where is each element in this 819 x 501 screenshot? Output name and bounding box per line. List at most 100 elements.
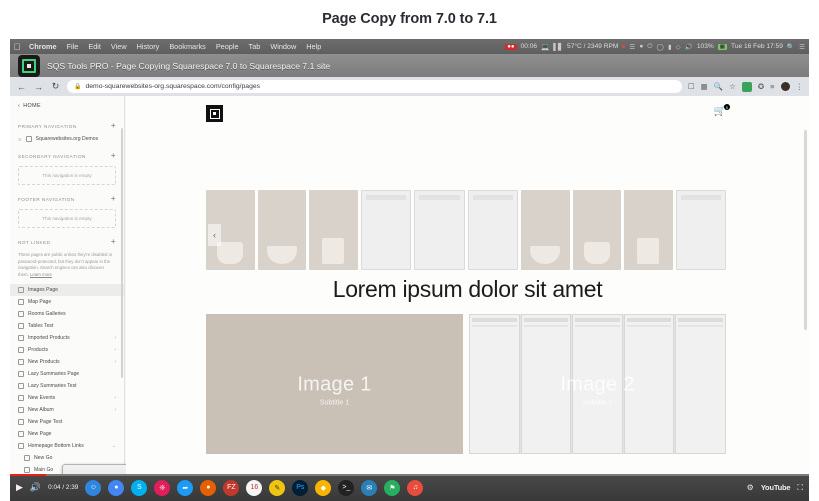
- play-icon[interactable]: ▶: [16, 482, 23, 493]
- notes-icon[interactable]: ✎: [269, 479, 286, 496]
- gallery-item[interactable]: [521, 190, 570, 270]
- gallery-prev-arrow[interactable]: ‹: [208, 224, 221, 246]
- profile-avatar[interactable]: [780, 82, 790, 91]
- gallery-item[interactable]: [309, 190, 358, 270]
- add-page-icon[interactable]: +: [111, 122, 116, 130]
- add-page-icon[interactable]: +: [111, 195, 116, 203]
- fullscreen-icon[interactable]: ⛶: [797, 483, 803, 493]
- learn-more-link[interactable]: Learn more: [30, 272, 52, 277]
- maps-icon[interactable]: ⚑: [384, 479, 401, 496]
- menu-file[interactable]: File: [62, 42, 84, 51]
- url-text: demo-squarewebsites-org.squarespace.com/…: [85, 83, 261, 90]
- gallery-screenshot-item[interactable]: [675, 190, 726, 270]
- sidebar-item-demos[interactable]: ☰ Squarewebsites.org Demos: [10, 133, 124, 145]
- list-icon[interactable]: ≡: [770, 82, 774, 91]
- photoshop-icon[interactable]: Ps: [292, 479, 309, 496]
- sidebar-item-imported-products[interactable]: Imported Products ›: [10, 332, 124, 344]
- menu-help[interactable]: Help: [301, 42, 326, 51]
- sidebar-item-homepage-bottom-links[interactable]: Homepage Bottom Links ⌄: [10, 440, 124, 452]
- sidebar-item-lazy-summaries-page[interactable]: Lazy Summaries Page: [10, 368, 124, 380]
- squarespace-logo-icon[interactable]: [206, 105, 223, 122]
- display-icon[interactable]: 💻: [541, 43, 549, 51]
- youtube-logo[interactable]: YouTube: [761, 483, 791, 492]
- search-icon[interactable]: 🔍: [787, 43, 795, 51]
- sidebar-item-tables-test[interactable]: Tables Test: [10, 320, 124, 332]
- youtube-progress-bar[interactable]: [10, 474, 809, 476]
- sidebar-item-new-album[interactable]: New Album ›: [10, 404, 124, 416]
- control-center-icon[interactable]: ☰: [799, 43, 805, 51]
- sidebar-item-label: Imported Products: [28, 334, 70, 341]
- add-page-icon[interactable]: +: [111, 152, 116, 160]
- sidebar-item-products[interactable]: Products ›: [10, 344, 124, 356]
- menu-history[interactable]: History: [132, 42, 165, 51]
- chrome-icon[interactable]: ●: [108, 479, 125, 496]
- sidebar-item-rooms-galleries[interactable]: Rooms Galleries: [10, 308, 124, 320]
- reload-button[interactable]: ↻: [50, 81, 61, 92]
- gallery-screenshot-item[interactable]: [360, 190, 411, 270]
- menu-view[interactable]: View: [106, 42, 132, 51]
- calendar-icon[interactable]: 16: [246, 479, 263, 496]
- sidebar-item-new-page[interactable]: New Page: [10, 428, 124, 440]
- gallery-screenshot-item[interactable]: [414, 190, 465, 270]
- sidebar-item-lazy-summaries-test[interactable]: Lazy Summaries Test: [10, 380, 124, 392]
- safari-icon[interactable]: ➦: [177, 479, 194, 496]
- sidebar-item-map-page[interactable]: Map Page: [10, 296, 124, 308]
- star-icon[interactable]: ☆: [729, 82, 736, 91]
- gear-icon[interactable]: ⚙: [747, 483, 754, 492]
- skype-icon[interactable]: S: [131, 479, 148, 496]
- volume-icon[interactable]: 🔊: [685, 43, 693, 51]
- filezilla-icon[interactable]: FZ: [223, 479, 240, 496]
- address-bar[interactable]: 🔒 demo-squarewebsites-org.squarespace.co…: [67, 80, 682, 93]
- airplay-icon[interactable]: ☰: [629, 43, 635, 51]
- gallery-item[interactable]: [257, 190, 306, 270]
- finder-icon[interactable]: ☺: [85, 479, 102, 496]
- mail-icon[interactable]: ✉: [361, 479, 378, 496]
- sidebar-item-new-products[interactable]: New Products ›: [10, 356, 124, 368]
- menu-people[interactable]: People: [211, 42, 244, 51]
- menu-tab[interactable]: Tab: [244, 42, 266, 51]
- preview-scrollbar[interactable]: [804, 130, 807, 330]
- menu-bookmarks[interactable]: Bookmarks: [164, 42, 211, 51]
- sidebar-item-images-page[interactable]: Images Page: [10, 283, 124, 296]
- qr-icon[interactable]: ▦: [701, 82, 708, 91]
- extension-green-icon[interactable]: [741, 81, 752, 92]
- puzzle-icon[interactable]: ✪: [758, 82, 764, 91]
- power-icon[interactable]: ⏻: [647, 43, 652, 51]
- search-icon[interactable]: 🔍: [714, 82, 723, 91]
- clock-datetime[interactable]: Tue 16 Feb 17:59: [731, 43, 783, 50]
- gallery-item[interactable]: [572, 190, 621, 270]
- menu-chrome[interactable]: Chrome: [24, 42, 62, 51]
- volume-icon[interactable]: 🔊: [30, 482, 41, 493]
- sidebar-item-new-page-test[interactable]: New Page Test: [10, 416, 124, 428]
- cast-icon[interactable]: ☐: [688, 82, 695, 91]
- battery-icon[interactable]: ▦: [717, 43, 728, 50]
- menu-window[interactable]: Window: [265, 42, 301, 51]
- gallery-item[interactable]: [624, 190, 673, 270]
- music-icon[interactable]: ♫: [407, 479, 424, 496]
- sidebar-scrollbar[interactable]: [121, 128, 123, 378]
- sidebar-home-link[interactable]: ‹ HOME: [10, 96, 124, 115]
- screen-recorder-icon[interactable]: ●●: [505, 43, 517, 50]
- image-block-1[interactable]: Image 1 Subtitle 1: [206, 314, 463, 454]
- sidebar-item-new-events[interactable]: New Events ›: [10, 392, 124, 404]
- firefox-icon[interactable]: ●: [200, 479, 217, 496]
- image-block-2[interactable]: Image 2 Subtitle 2: [469, 314, 726, 454]
- kebab-menu-icon[interactable]: ⋮: [796, 82, 804, 91]
- gallery-screenshot-item[interactable]: [467, 190, 518, 270]
- terminal-icon[interactable]: >_: [338, 479, 355, 496]
- forward-button[interactable]: →: [33, 82, 44, 92]
- slack-icon[interactable]: ❊: [154, 479, 171, 496]
- apple-icon[interactable]: : [10, 42, 24, 52]
- shopping-cart-icon[interactable]: 🛒 0: [714, 104, 730, 117]
- wifi-icon[interactable]: ◇: [676, 43, 681, 51]
- flag-icon[interactable]: ▮: [668, 43, 672, 51]
- menu-edit[interactable]: Edit: [83, 42, 106, 51]
- back-button[interactable]: ←: [16, 82, 27, 92]
- usb-icon[interactable]: ●: [639, 43, 643, 50]
- add-page-icon[interactable]: +: [111, 238, 116, 246]
- sidebar-item-new-go[interactable]: New Go: [10, 452, 124, 464]
- activity-graph-icon[interactable]: ▌▋: [553, 43, 563, 51]
- drag-handle-icon[interactable]: ☰: [18, 137, 22, 142]
- clock-icon[interactable]: ◯: [657, 43, 664, 51]
- sketch-icon[interactable]: ◆: [315, 479, 332, 496]
